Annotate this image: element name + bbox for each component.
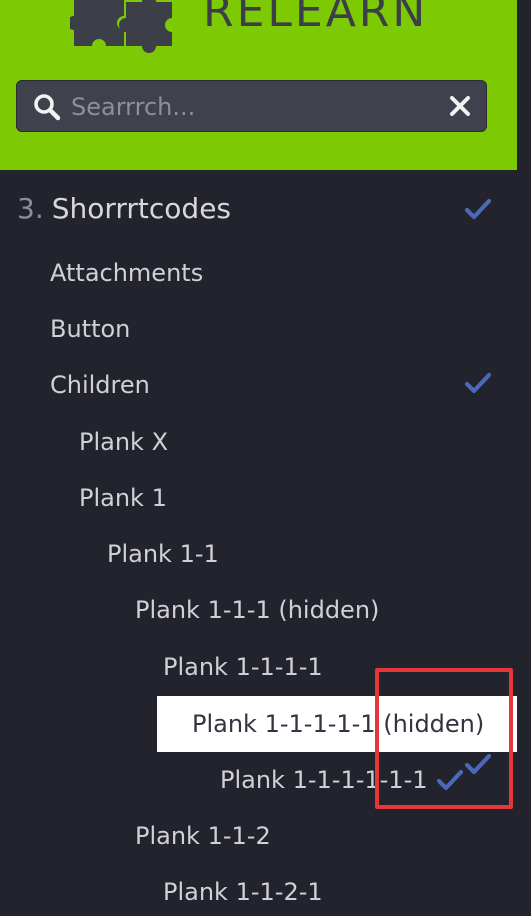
nav-item-children[interactable]: Children bbox=[50, 361, 150, 409]
nav-item-plank-1-1[interactable]: Plank 1-1 bbox=[107, 530, 219, 578]
search-icon bbox=[34, 94, 61, 121]
nav-item-button[interactable]: Button bbox=[50, 305, 130, 353]
nav-item-plank-1-1-1-1[interactable]: Plank 1-1-1-1 bbox=[163, 643, 323, 691]
search-input[interactable] bbox=[69, 89, 433, 125]
nav-section-shortcodes[interactable]: 3. Shorrrtcodes bbox=[17, 185, 231, 233]
checkmark-icon bbox=[465, 372, 491, 394]
logo-text[interactable]: RELEARN bbox=[203, 0, 428, 40]
nav-item-plank-1-1-1[interactable]: Plank 1-1-1 (hidden) bbox=[135, 586, 379, 634]
checkmark-icon bbox=[465, 198, 491, 220]
nav-item-plank-1[interactable]: Plank 1 bbox=[79, 474, 167, 522]
section-label: Shorrrtcodes bbox=[51, 192, 232, 225]
nav-item-plank-x[interactable]: Plank X bbox=[79, 418, 168, 466]
nav-item-plank-1-1-2[interactable]: Plank 1-1-2 bbox=[135, 812, 271, 860]
highlight-box bbox=[375, 668, 513, 809]
sidebar-header: RELEARN bbox=[0, 0, 517, 170]
search-box bbox=[16, 80, 487, 132]
nav-item-plank-1-1-2-1[interactable]: Plank 1-1-2-1 bbox=[163, 868, 323, 916]
nav-item-attachments[interactable]: Attachments bbox=[50, 249, 203, 297]
close-icon[interactable] bbox=[448, 94, 472, 118]
section-number: 3. bbox=[17, 192, 44, 225]
puzzle-logo-icon[interactable] bbox=[70, 0, 174, 56]
